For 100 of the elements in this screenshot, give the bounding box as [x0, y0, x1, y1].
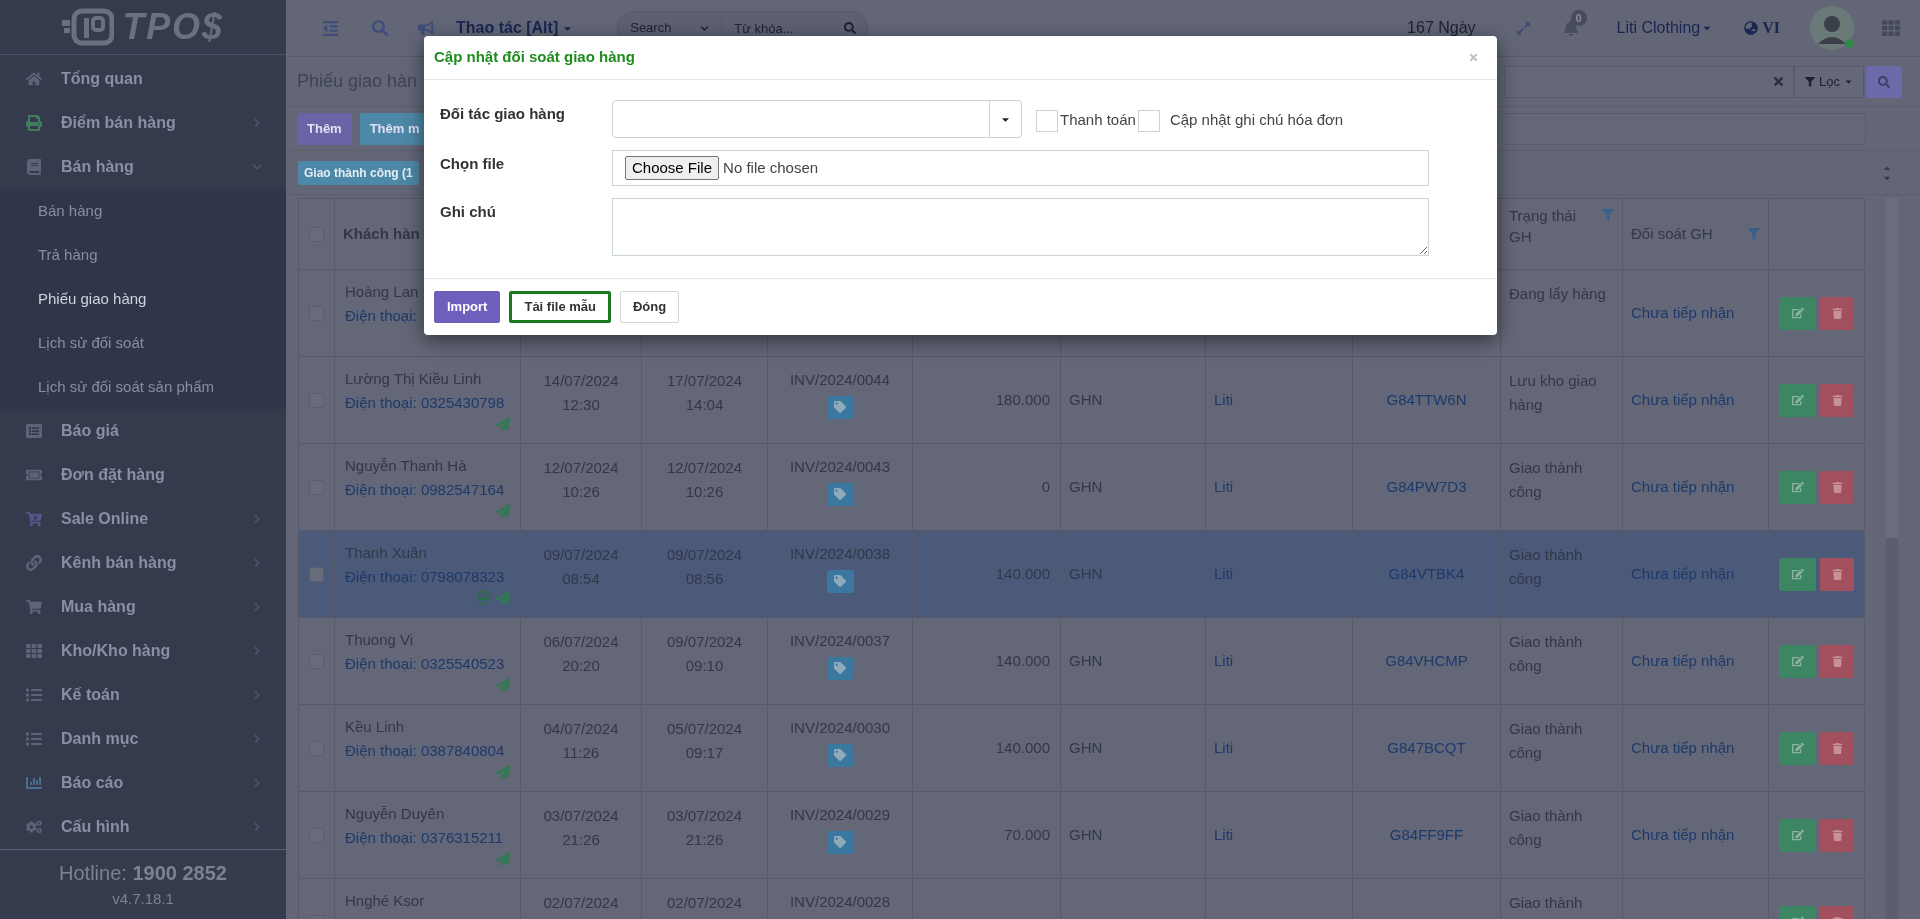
delete-button[interactable]: [1820, 731, 1854, 765]
company-dropdown[interactable]: Liti Clothing: [1616, 16, 1713, 40]
send-icon[interactable]: [496, 591, 510, 605]
delete-button[interactable]: [1820, 296, 1854, 330]
partner-select[interactable]: [612, 100, 1022, 138]
search-button[interactable]: [1866, 65, 1902, 98]
filter-tag[interactable]: Giao thành công (1: [298, 160, 419, 185]
search-icon[interactable]: [372, 20, 388, 36]
delete-button[interactable]: [1820, 383, 1854, 417]
checkbox[interactable]: [1137, 109, 1160, 132]
notification-badge: 0: [1570, 10, 1587, 26]
edit-button[interactable]: [1779, 296, 1816, 330]
search-icon: [1878, 75, 1890, 88]
checkbox-label[interactable]: Thanh toán: [1060, 109, 1136, 132]
sidebar-item[interactable]: Kho/Kho hàng: [0, 629, 286, 673]
filter-button[interactable]: Lọc: [1794, 65, 1864, 98]
sidebar-subitem[interactable]: Trả hàng: [0, 233, 286, 277]
dialog-button[interactable]: Import: [434, 291, 501, 323]
dialog-button[interactable]: Tải file mẫu: [509, 291, 611, 323]
send-icon[interactable]: [496, 417, 510, 431]
tag-button[interactable]: [826, 569, 854, 593]
sidebar-subitem[interactable]: Lịch sử đối soát: [0, 321, 286, 365]
bell-icon[interactable]: [1562, 20, 1579, 36]
edit-button[interactable]: [1779, 383, 1816, 417]
delete-button[interactable]: [1820, 557, 1854, 591]
filter-icon[interactable]: [1602, 209, 1614, 221]
note-field[interactable]: [612, 198, 1429, 256]
tag-button[interactable]: [826, 395, 854, 419]
sidebar-item[interactable]: Điểm bán hàng: [0, 101, 286, 145]
expand-icon[interactable]: [1515, 20, 1531, 36]
tag-icon: [834, 575, 846, 587]
home-icon: [26, 71, 42, 87]
sidebar-item[interactable]: Cấu hình: [0, 805, 286, 849]
checkbox[interactable]: [1036, 109, 1058, 132]
sidebar-item[interactable]: Kênh bán hàng: [0, 541, 286, 585]
choose-file-button[interactable]: Choose File: [625, 156, 720, 180]
tracking-code-link[interactable]: G847BCQT: [1387, 736, 1466, 760]
language-button[interactable]: VI: [1744, 16, 1780, 40]
search-icon[interactable]: [844, 22, 857, 34]
sidebar-item[interactable]: Tổng quan: [0, 57, 286, 101]
toolbar-button[interactable]: Thêm: [297, 112, 352, 145]
printer-icon: [26, 115, 42, 131]
menu-icon[interactable]: [322, 19, 339, 37]
dialog-button[interactable]: Đóng: [620, 291, 680, 323]
clear-icon[interactable]: [1772, 75, 1786, 88]
tracking-code-link[interactable]: G84TTW6N: [1386, 388, 1467, 412]
close-icon[interactable]: [1468, 52, 1479, 63]
edit-button[interactable]: [1779, 470, 1816, 504]
phone-link[interactable]: Điện thoại: 0982547164: [345, 478, 510, 502]
search-field[interactable]: [1504, 65, 1795, 98]
edit-icon: [1791, 829, 1804, 841]
sidebar-item[interactable]: Đơn đặt hàng: [0, 453, 286, 497]
tracking-code-link[interactable]: G84FF9FF: [1389, 823, 1464, 847]
printer-icon[interactable]: [477, 591, 490, 604]
row-checkbox[interactable]: [309, 566, 324, 582]
edit-button[interactable]: [1779, 557, 1816, 591]
tag-button[interactable]: [826, 830, 854, 854]
sidebar-subitem[interactable]: Phiếu giao hàng: [0, 277, 286, 321]
tag-button[interactable]: [826, 482, 854, 506]
field-label: Chọn file: [440, 154, 506, 174]
tag-button[interactable]: [826, 743, 854, 767]
globe-icon: [1744, 21, 1759, 35]
sidebar-item[interactable]: Danh mục: [0, 717, 286, 761]
actions-dropdown[interactable]: Thao tác [Alt]: [456, 16, 574, 40]
edit-button[interactable]: [1779, 644, 1816, 678]
delete-button[interactable]: [1820, 818, 1854, 852]
filter-icon[interactable]: [1748, 228, 1760, 240]
checkbox-label[interactable]: Cập nhật ghi chú hóa đơn: [1169, 109, 1344, 132]
delete-button[interactable]: [1820, 470, 1854, 504]
edit-icon: [1791, 742, 1804, 754]
phone-link[interactable]: Điện thoại: 0325430798: [345, 391, 510, 415]
tag-button[interactable]: [826, 656, 854, 680]
tag-icon: [834, 662, 846, 674]
version-text: v4.7.18.1: [112, 889, 174, 910]
send-icon[interactable]: [496, 678, 510, 692]
phone-link[interactable]: Điện thoại: 0387840804: [345, 739, 510, 763]
sidebar-item[interactable]: Báo giá: [0, 409, 286, 453]
sidebar-item[interactable]: Kế toán: [0, 673, 286, 717]
sidebar-item[interactable]: Mua hàng: [0, 585, 286, 629]
edit-button[interactable]: [1779, 818, 1816, 852]
megaphone-icon[interactable]: [418, 20, 434, 36]
sidebar-item[interactable]: Bán hàng: [0, 145, 286, 189]
tracking-code-link[interactable]: G84VHCMP: [1385, 649, 1468, 673]
filter-field[interactable]: [1502, 112, 1866, 145]
phone-link[interactable]: Điện thoại: 0376315211: [345, 826, 510, 850]
bar-chart-icon: [26, 775, 42, 791]
tracking-code-link[interactable]: G84PW7D3: [1386, 475, 1467, 499]
edit-button[interactable]: [1779, 731, 1816, 765]
apps-icon[interactable]: [1882, 19, 1900, 37]
send-icon[interactable]: [496, 852, 510, 866]
sidebar-subitem[interactable]: Lịch sử đối soát sản phẩm: [0, 365, 286, 409]
sidebar-item[interactable]: Báo cáo: [0, 761, 286, 805]
phone-link[interactable]: Điện thoại: 0325540523: [345, 652, 510, 676]
send-icon[interactable]: [496, 765, 510, 779]
file-input-field[interactable]: Choose File No file chosen: [612, 150, 1429, 186]
sidebar-subitem[interactable]: Bán hàng: [0, 189, 286, 233]
send-icon[interactable]: [496, 504, 510, 518]
delete-button[interactable]: [1820, 644, 1854, 678]
avatar-icon[interactable]: [1810, 6, 1854, 50]
sidebar-item[interactable]: Sale Online: [0, 497, 286, 541]
